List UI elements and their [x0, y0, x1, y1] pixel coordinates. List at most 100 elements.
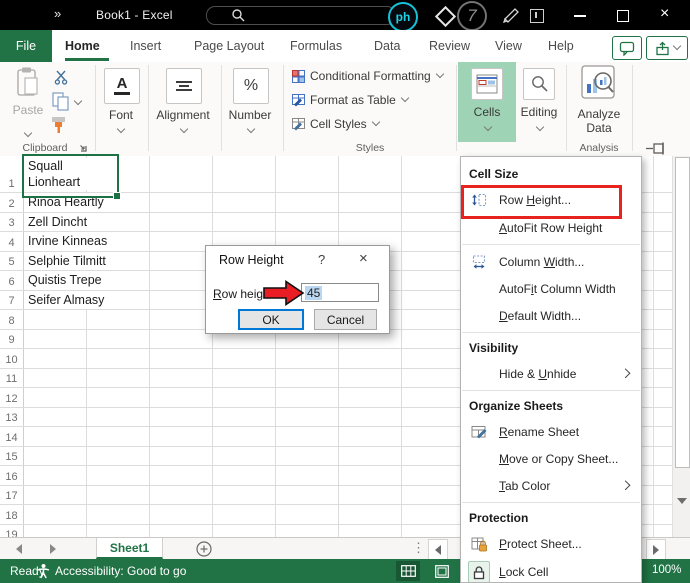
analyze-data-icon — [581, 65, 615, 99]
row-header[interactable]: 7 — [0, 290, 24, 309]
format-as-table-button[interactable]: Format as Table — [292, 92, 408, 108]
page-layout-view-button[interactable] — [430, 561, 454, 581]
tab-bar-resize-dots[interactable]: ⋮ — [412, 540, 426, 556]
next-sheet-arrow[interactable] — [50, 544, 56, 554]
group-divider — [95, 65, 96, 151]
row-header[interactable]: 4 — [0, 232, 24, 251]
row-header[interactable]: 13 — [0, 407, 24, 426]
alignment-group-label: Alignment — [156, 108, 210, 122]
minimize-button[interactable] — [574, 15, 586, 17]
prev-sheet-arrow[interactable] — [16, 544, 22, 554]
menu-item-protect-sheet[interactable]: Protect Sheet... — [461, 530, 641, 558]
format-painter-icon[interactable] — [50, 116, 68, 134]
editing-button[interactable]: Editing — [516, 62, 562, 119]
chevron-down-icon[interactable] — [117, 126, 124, 133]
tab-help[interactable]: Help — [548, 30, 574, 62]
row-header[interactable]: 6 — [0, 271, 24, 290]
new-sheet-button[interactable] — [196, 541, 212, 557]
cell-styles-button[interactable]: Cell Styles — [292, 116, 379, 132]
copy-icon[interactable] — [52, 92, 70, 111]
vertical-scrollbar[interactable] — [672, 156, 690, 537]
chevron-down-icon[interactable] — [74, 98, 81, 105]
chevron-down-icon — [436, 71, 443, 78]
tab-review[interactable]: Review — [429, 30, 470, 62]
cells-button[interactable]: Cells — [458, 62, 516, 119]
row-header[interactable]: 17 — [0, 485, 24, 504]
row-header[interactable]: 1 — [0, 156, 24, 192]
group-divider — [632, 65, 633, 151]
chevron-down-icon[interactable] — [247, 126, 254, 133]
row-header[interactable]: 18 — [0, 505, 24, 524]
menu-item-move-or-copy-sheet[interactable]: Move or Copy Sheet... — [461, 445, 641, 472]
row-header[interactable]: 5 — [0, 251, 24, 270]
analyze-data-button[interactable]: Analyze Data — [570, 62, 628, 135]
search-box[interactable] — [206, 6, 396, 25]
dialog-launcher-icon[interactable] — [78, 143, 88, 153]
group-divider — [456, 65, 457, 151]
menu-item-lock-cell[interactable]: Lock Cell — [461, 558, 641, 582]
number-button[interactable]: % — [233, 68, 269, 104]
fill-handle[interactable] — [113, 192, 121, 200]
dialog-help-button[interactable]: ? — [318, 252, 325, 267]
tab-formulas[interactable]: Formulas — [290, 30, 342, 62]
menu-item-default-width[interactable]: Default Width... — [461, 302, 641, 329]
row-header[interactable]: 2 — [0, 193, 24, 212]
row-header[interactable]: 11 — [0, 368, 24, 387]
diamond-icon — [434, 5, 457, 28]
tab-file[interactable]: File — [0, 30, 52, 62]
share-button[interactable] — [646, 36, 688, 60]
row-header[interactable]: 9 — [0, 329, 24, 348]
tab-page-layout[interactable]: Page Layout — [194, 30, 264, 62]
conditional-formatting-label: Conditional Formatting — [310, 69, 431, 83]
row-header[interactable]: 15 — [0, 446, 24, 465]
chevron-down-icon — [401, 95, 408, 102]
menu-item-autofit-column-width[interactable]: AutoFit Column Width — [461, 275, 641, 302]
chevron-down-icon — [484, 124, 491, 131]
chevron-down-icon — [372, 119, 379, 126]
menu-item-column-width[interactable]: Column Width... — [461, 248, 641, 275]
row-header[interactable]: 8 — [0, 310, 24, 329]
cut-icon[interactable] — [54, 70, 69, 85]
close-button[interactable]: × — [660, 4, 669, 24]
hscroll-right-button[interactable] — [646, 539, 666, 560]
font-button[interactable]: A — [104, 68, 140, 104]
row-height-value: 45 — [305, 285, 323, 300]
row-header[interactable]: 12 — [0, 388, 24, 407]
tab-view[interactable]: View — [495, 30, 522, 62]
comments-button[interactable] — [612, 36, 642, 60]
accessibility-status[interactable]: Accessibility: Good to go — [55, 564, 186, 578]
row-header[interactable]: 3 — [0, 212, 24, 231]
menu-header-visibility: Visibility — [469, 341, 519, 355]
title-bar: » Book1 - Excel ph 7 × — [0, 0, 690, 32]
cancel-button[interactable]: Cancel — [314, 309, 377, 330]
format-as-table-label: Format as Table — [310, 93, 396, 107]
active-cell-selection[interactable] — [22, 154, 121, 200]
chevron-down-icon[interactable] — [180, 126, 187, 133]
dialog-close-button[interactable]: × — [359, 250, 368, 267]
scroll-down-arrow[interactable] — [677, 498, 687, 504]
menu-item-hide-unhide[interactable]: Hide & Unhide — [461, 360, 641, 387]
paste-button[interactable]: Paste — [8, 66, 48, 117]
menu-header-cell-size: Cell Size — [469, 167, 519, 181]
find-icon — [531, 75, 548, 92]
conditional-formatting-button[interactable]: Conditional Formatting — [292, 68, 443, 84]
sheet-tab-sheet1[interactable]: Sheet1 — [96, 538, 163, 559]
row-height-input[interactable]: 45 — [301, 283, 379, 302]
alignment-button[interactable] — [166, 68, 202, 104]
hscroll-left-button[interactable] — [428, 539, 448, 560]
tab-data[interactable]: Data — [374, 30, 400, 62]
row-header[interactable]: 14 — [0, 427, 24, 446]
normal-view-button[interactable] — [396, 561, 420, 581]
row-header[interactable]: 19 — [0, 524, 24, 537]
menu-item-tab-color[interactable]: Tab Color — [461, 472, 641, 499]
row-header[interactable]: 16 — [0, 466, 24, 485]
zoom-level[interactable]: 100% — [652, 564, 681, 576]
menu-item-rename-sheet[interactable]: Rename Sheet — [461, 418, 641, 445]
vertical-scrollbar-thumb[interactable] — [675, 157, 690, 468]
quick-access-overflow-chevron[interactable]: » — [54, 6, 61, 21]
maximize-button[interactable] — [617, 10, 629, 22]
collapse-ribbon-pin-icon[interactable] — [646, 142, 666, 155]
ok-button[interactable]: OK — [238, 309, 304, 330]
row-header[interactable]: 10 — [0, 349, 24, 368]
tab-insert[interactable]: Insert — [130, 30, 161, 62]
